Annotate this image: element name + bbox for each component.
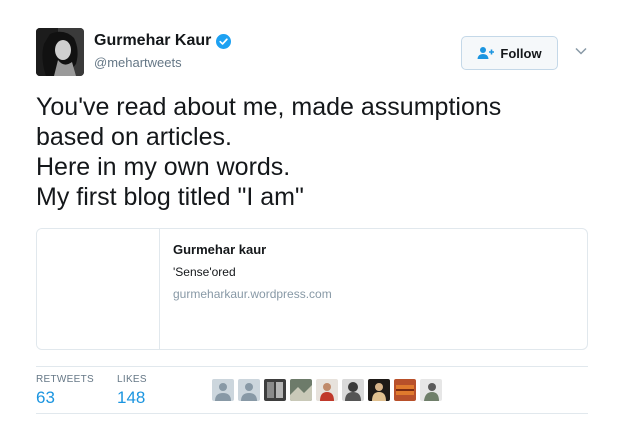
liker-avatars <box>212 379 442 401</box>
author-avatar[interactable] <box>36 28 84 76</box>
author-handle[interactable]: @mehartweets <box>94 55 231 70</box>
card-body: Gurmehar kaur 'Sense'ored gurmeharkaur.w… <box>173 242 332 301</box>
user-photo-icon <box>290 379 312 401</box>
user-photo-icon <box>394 379 416 401</box>
tweet-line: You've read about me, made assumptions <box>36 93 502 121</box>
likes-label: LIKES <box>117 374 147 385</box>
liker-avatar[interactable] <box>420 379 442 401</box>
author-name-row: Gurmehar Kaur <box>94 32 232 50</box>
retweets-label: RETWEETS <box>36 374 94 385</box>
retweets-stat[interactable]: RETWEETS 63 <box>36 374 94 408</box>
liker-avatar[interactable] <box>212 379 234 401</box>
author-info: Gurmehar Kaur @mehartweets <box>94 32 232 70</box>
likes-stat[interactable]: LIKES 148 <box>117 374 147 408</box>
user-photo-icon <box>316 379 338 401</box>
user-photo-icon <box>264 379 286 401</box>
follow-button-label: Follow <box>500 45 542 61</box>
verified-badge-icon <box>216 33 232 49</box>
default-user-icon <box>212 379 234 401</box>
add-user-icon <box>477 47 495 59</box>
follow-button[interactable]: Follow <box>461 36 558 70</box>
stats-divider-top <box>36 366 588 367</box>
tweet-line: Here in my own words. <box>36 153 291 181</box>
link-preview-card[interactable]: Gurmehar kaur 'Sense'ored gurmeharkaur.w… <box>36 228 588 350</box>
author-name[interactable]: Gurmehar Kaur <box>94 32 211 50</box>
tweet-line: based on articles. <box>36 123 232 151</box>
default-user-icon <box>238 379 260 401</box>
tweet-line: My first blog titled "I am" <box>36 183 304 211</box>
card-domain: gurmeharkaur.wordpress.com <box>173 287 332 301</box>
liker-avatar[interactable] <box>238 379 260 401</box>
chevron-down-icon[interactable] <box>574 44 588 58</box>
user-photo-icon <box>420 379 442 401</box>
author-photo <box>36 28 84 76</box>
user-photo-icon <box>368 379 390 401</box>
card-title: Gurmehar kaur <box>173 242 267 257</box>
likes-count: 148 <box>117 388 146 407</box>
liker-avatar[interactable] <box>316 379 338 401</box>
liker-avatar[interactable] <box>264 379 286 401</box>
user-photo-icon <box>342 379 364 401</box>
card-description: 'Sense'ored <box>173 265 236 279</box>
stats-divider-bottom <box>36 413 588 414</box>
liker-avatar[interactable] <box>342 379 364 401</box>
retweets-count: 63 <box>36 388 55 407</box>
liker-avatar[interactable] <box>394 379 416 401</box>
card-thumbnail <box>37 229 160 349</box>
liker-avatar[interactable] <box>290 379 312 401</box>
liker-avatar[interactable] <box>368 379 390 401</box>
tweet-text: You've read about me, made assumptions b… <box>36 92 596 212</box>
